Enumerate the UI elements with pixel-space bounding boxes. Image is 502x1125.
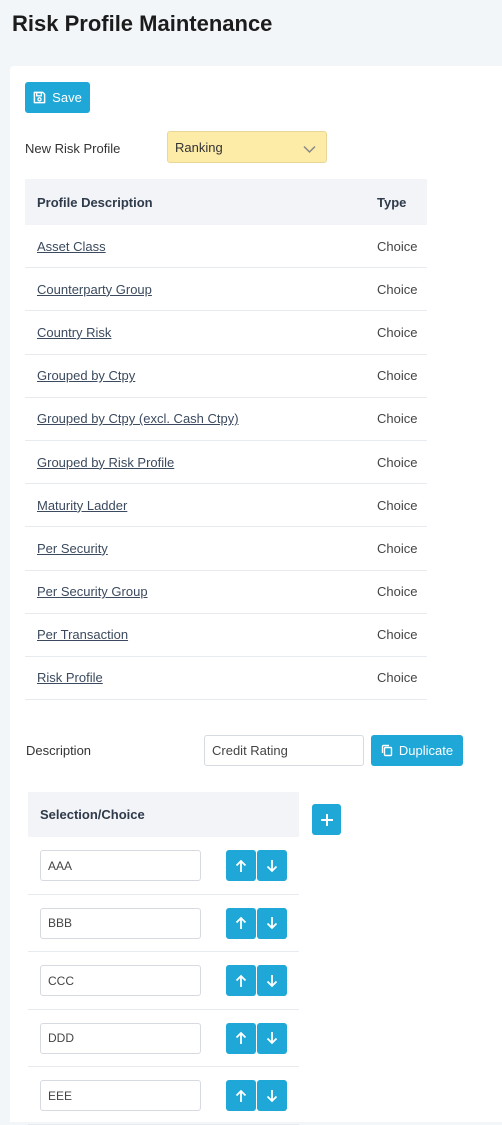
profile-link[interactable]: Asset Class [37,239,106,254]
chevron-down-icon [303,142,316,157]
table-row: Per Transaction Choice [25,614,427,657]
arrow-down-icon [266,1031,278,1045]
table-row: Per Security Group Choice [25,571,427,614]
profile-link[interactable]: Per Security [37,541,108,556]
move-up-button[interactable] [226,965,256,997]
table-row: Per Security Choice [25,527,427,571]
save-button-label: Save [52,90,82,105]
profile-type-cell: Choice [377,584,418,600]
description-label: Description [26,743,92,758]
choice-input[interactable] [40,965,201,997]
profile-description-cell: Grouped by Ctpy (excl. Cash Ctpy) [25,411,377,426]
table-row: Country Risk Choice [25,311,427,355]
list-item [28,1010,299,1068]
arrow-down-icon [266,1089,278,1103]
new-risk-profile-value: Ranking [175,139,223,155]
selection-choice-header: Selection/Choice [28,792,299,837]
profile-link[interactable]: Maturity Ladder [37,498,127,513]
profile-description-cell: Grouped by Risk Profile [25,455,377,470]
profile-description-cell: Per Security [25,541,377,556]
add-choice-button[interactable] [312,804,341,835]
duplicate-button-label: Duplicate [398,743,454,758]
move-down-button[interactable] [257,1080,287,1112]
move-up-button[interactable] [226,1080,256,1112]
move-down-button[interactable] [257,907,287,939]
profile-type-cell: Choice [377,281,418,297]
profile-description-cell: Counterparty Group [25,282,377,297]
profile-link[interactable]: Grouped by Ctpy (excl. Cash Ctpy) [37,411,239,426]
table-row: Counterparty Group Choice [25,268,427,312]
page-title: Risk Profile Maintenance [12,11,273,36]
profile-type-cell: Choice [377,497,418,513]
table-header: Profile Description Type [25,179,427,225]
new-risk-profile-select[interactable]: Ranking [167,131,327,163]
column-header-profile-description: Profile Description [37,194,153,210]
move-up-button[interactable] [226,850,256,881]
arrow-down-icon [266,916,278,930]
list-item [28,952,299,1010]
profile-link[interactable]: Country Risk [37,325,111,340]
move-down-button[interactable] [257,850,287,881]
profile-description-cell: Risk Profile [25,670,377,685]
plus-icon [320,813,334,827]
description-input[interactable] [204,735,364,766]
arrow-down-icon [266,859,278,873]
profile-type-cell: Choice [377,238,418,254]
risk-profiles-table: Profile Description Type Asset Class Choi… [25,179,427,701]
profile-description-cell: Per Security Group [25,584,377,599]
profile-type-cell: Choice [377,454,418,470]
profile-type-cell: Choice [377,368,418,384]
list-item [28,837,299,895]
profile-link[interactable]: Per Security Group [37,584,148,599]
table-row: Grouped by Risk Profile Choice [25,441,427,485]
duplicate-button[interactable]: Duplicate [371,735,463,766]
floppy-disk-icon [33,91,46,104]
table-row: Asset Class Choice [25,225,427,269]
copy-icon [381,744,393,757]
profile-type-cell: Choice [377,324,418,340]
profile-link[interactable]: Per Transaction [37,627,128,642]
save-button[interactable]: Save [25,82,90,113]
arrow-up-icon [235,859,247,873]
choice-input[interactable] [40,907,201,939]
main-card: Save New Risk Profile Ranking Profile De… [10,66,502,1125]
move-down-button[interactable] [257,965,287,997]
table-row: Maturity Ladder Choice [25,484,427,528]
arrow-down-icon [266,974,278,988]
profile-description-cell: Maturity Ladder [25,498,377,513]
profile-link[interactable]: Grouped by Risk Profile [37,455,174,470]
profile-link[interactable]: Grouped by Ctpy [37,368,135,383]
profile-type-cell: Choice [377,411,418,427]
arrow-up-icon [235,1031,247,1045]
table-row: Risk Profile Choice [25,657,427,701]
table-body: Asset Class Choice Counterparty Group Choic… [25,225,427,701]
choice-input[interactable] [40,1022,201,1054]
choice-input[interactable] [40,1080,201,1112]
arrow-up-icon [235,1089,247,1103]
table-row: Grouped by Ctpy (excl. Cash Ctpy) Choice [25,398,427,441]
list-item [28,895,299,953]
profile-description-cell: Per Transaction [25,627,377,642]
arrow-up-icon [235,974,247,988]
profile-description-cell: Grouped by Ctpy [25,368,377,383]
selection-choice-list [28,837,299,1125]
profile-description-cell: Country Risk [25,325,377,340]
profile-type-cell: Choice [377,540,418,556]
choice-input[interactable] [40,850,201,881]
table-row: Grouped by Ctpy Choice [25,355,427,398]
move-up-button[interactable] [226,1022,256,1054]
list-item [28,1067,299,1125]
profile-type-cell: Choice [377,627,418,643]
profile-description-cell: Asset Class [25,239,377,254]
move-up-button[interactable] [226,907,256,939]
move-down-button[interactable] [257,1022,287,1054]
new-risk-profile-label: New Risk Profile [25,141,121,156]
profile-type-cell: Choice [377,670,418,686]
arrow-up-icon [235,916,247,930]
column-header-type: Type [377,194,407,210]
profile-link[interactable]: Counterparty Group [37,282,152,297]
profile-link[interactable]: Risk Profile [37,670,103,685]
